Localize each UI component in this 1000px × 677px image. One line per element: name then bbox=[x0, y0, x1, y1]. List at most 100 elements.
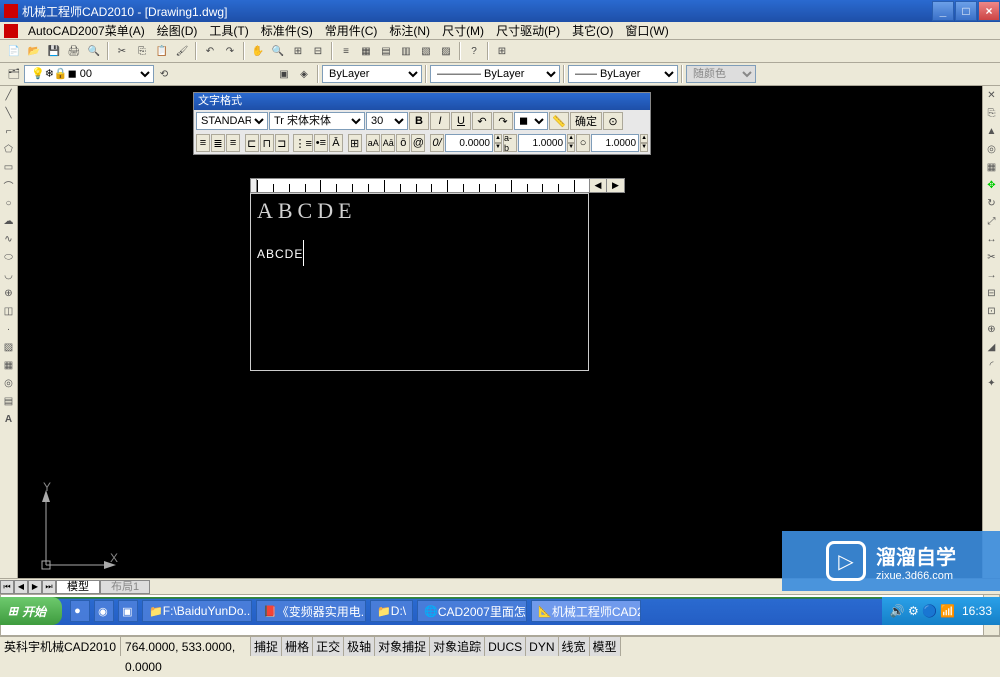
italic-button[interactable]: I bbox=[430, 112, 450, 130]
block-icon[interactable]: ◫ bbox=[0, 302, 17, 320]
ruler-button[interactable]: 📏 bbox=[549, 112, 569, 130]
rect-icon[interactable]: ▭ bbox=[0, 158, 17, 176]
extend-icon[interactable]: → bbox=[983, 266, 1000, 284]
plotstyle-select[interactable]: 随颜色 bbox=[686, 65, 756, 83]
zoom-icon[interactable]: 🔍 bbox=[269, 42, 287, 60]
lwt-toggle[interactable]: 线宽 bbox=[559, 637, 590, 656]
bullet-list-icon[interactable]: •≡ bbox=[314, 134, 328, 152]
tracking-input[interactable] bbox=[518, 134, 566, 152]
table-icon[interactable]: ▤ bbox=[0, 392, 17, 410]
tray-icons[interactable]: 🔊 ⚙ 🔵 📶 bbox=[890, 604, 962, 618]
polar-toggle[interactable]: 极轴 bbox=[344, 637, 375, 656]
polygon-icon[interactable]: ⬠ bbox=[0, 140, 17, 158]
layer-mgr-icon[interactable]: 🗂 bbox=[5, 65, 23, 83]
join-icon[interactable]: ⊕ bbox=[983, 320, 1000, 338]
tab-next-button[interactable]: ▶ bbox=[28, 580, 42, 594]
region-icon[interactable]: ◎ bbox=[0, 374, 17, 392]
revcloud-icon[interactable]: ☁ bbox=[0, 212, 17, 230]
options-button[interactable]: ⊙ bbox=[603, 112, 623, 130]
ssm-icon[interactable]: ▥ bbox=[397, 42, 415, 60]
circle-icon[interactable]: ○ bbox=[0, 194, 17, 212]
justify-tl-icon[interactable]: ⊏ bbox=[245, 134, 259, 152]
redo-icon[interactable]: ↷ bbox=[221, 42, 239, 60]
overline-icon[interactable]: ō bbox=[396, 134, 410, 152]
close-button[interactable]: × bbox=[978, 1, 1000, 21]
dyn-toggle[interactable]: DYN bbox=[526, 637, 558, 656]
menu-common[interactable]: 常用件(C) bbox=[319, 22, 384, 39]
help-icon[interactable]: ? bbox=[465, 42, 483, 60]
otrack-toggle[interactable]: 对象追踪 bbox=[430, 637, 485, 656]
point-icon[interactable]: · bbox=[0, 320, 17, 338]
open-icon[interactable]: 📂 bbox=[25, 42, 43, 60]
minimize-button[interactable]: _ bbox=[932, 1, 954, 21]
ellipse-arc-icon[interactable]: ◡ bbox=[0, 266, 17, 284]
rotate-icon[interactable]: ↻ bbox=[983, 194, 1000, 212]
task-4[interactable]: 🌐 CAD2007里面怎... bbox=[417, 600, 527, 622]
bold-button[interactable]: B bbox=[409, 112, 429, 130]
tp-icon[interactable]: ▤ bbox=[377, 42, 395, 60]
text-ruler[interactable] bbox=[250, 178, 607, 193]
grid-toggle[interactable]: 栅格 bbox=[282, 637, 313, 656]
oblique-spinner[interactable]: ▲▼ bbox=[494, 134, 502, 152]
ql-2[interactable]: ◉ bbox=[94, 600, 114, 622]
lineweight-select[interactable]: —— ByLayer bbox=[568, 65, 678, 83]
tab-prev-button[interactable]: ◀ bbox=[14, 580, 28, 594]
cut-icon[interactable]: ✂ bbox=[113, 42, 131, 60]
task-3[interactable]: 📁 D:\ bbox=[370, 600, 413, 622]
insert-field-icon[interactable]: ⊞ bbox=[348, 134, 362, 152]
ql-3[interactable]: ▣ bbox=[118, 600, 138, 622]
copy-mod-icon[interactable]: ⎘ bbox=[983, 104, 1000, 122]
menu-annot[interactable]: 标注(N) bbox=[383, 22, 436, 39]
dc-icon[interactable]: ▦ bbox=[357, 42, 375, 60]
copy-icon[interactable]: ⎘ bbox=[133, 42, 151, 60]
hatch-icon[interactable]: ▨ bbox=[0, 338, 17, 356]
calc-icon[interactable]: ▨ bbox=[437, 42, 455, 60]
numbered-list-icon[interactable]: ⋮≡ bbox=[293, 134, 312, 152]
tracking-spinner[interactable]: ▲▼ bbox=[567, 134, 575, 152]
win-icon[interactable]: ⊞ bbox=[493, 42, 511, 60]
ortho-toggle[interactable]: 正交 bbox=[313, 637, 344, 656]
array-icon[interactable]: ▦ bbox=[983, 158, 1000, 176]
mtext-editor[interactable]: ABCDE ABCDE bbox=[250, 193, 589, 371]
undo-icon[interactable]: ↶ bbox=[201, 42, 219, 60]
stretch-icon[interactable]: ↔ bbox=[983, 230, 1000, 248]
ok-button[interactable]: 确定 bbox=[570, 112, 602, 130]
layer-prev-icon[interactable]: ⟲ bbox=[155, 65, 173, 83]
layer-iso-icon[interactable]: ▣ bbox=[275, 65, 293, 83]
menu-standard[interactable]: 标准件(S) bbox=[255, 22, 319, 39]
pan-icon[interactable]: ✋ bbox=[249, 42, 267, 60]
menu-other[interactable]: 其它(O) bbox=[566, 22, 619, 39]
align-right-icon[interactable]: ≡ bbox=[226, 134, 240, 152]
xline-icon[interactable]: ╲ bbox=[0, 104, 17, 122]
menu-draw[interactable]: 绘图(D) bbox=[151, 22, 204, 39]
uppercase-icon[interactable]: Ā bbox=[329, 134, 343, 152]
menu-tool[interactable]: 工具(T) bbox=[203, 22, 254, 39]
gradient-icon[interactable]: ▦ bbox=[0, 356, 17, 374]
match-icon[interactable]: 🖌 bbox=[173, 42, 191, 60]
redo-text-button[interactable]: ↷ bbox=[493, 112, 513, 130]
menu-dimdrv[interactable]: 尺寸驱动(P) bbox=[490, 22, 566, 39]
tracking-icon[interactable]: a-b bbox=[503, 134, 517, 152]
task-1[interactable]: 📁 F:\BaiduYunDo... bbox=[142, 600, 252, 622]
maximize-button[interactable]: □ bbox=[955, 1, 977, 21]
line-icon[interactable]: ╱ bbox=[0, 86, 17, 104]
oblique-input[interactable] bbox=[445, 134, 493, 152]
width-factor-icon[interactable]: ○ bbox=[576, 134, 590, 152]
mtext-icon[interactable]: A bbox=[0, 410, 17, 428]
ruler-left-button[interactable]: ◀ bbox=[589, 178, 607, 193]
task-5[interactable]: 📐 机械工程师CAD2... bbox=[531, 600, 641, 622]
font-select[interactable]: Tr 宋体宋体 bbox=[269, 112, 365, 130]
task-2[interactable]: 📕 《变频器实用电... bbox=[256, 600, 366, 622]
symbol-Aa-icon[interactable]: Aā bbox=[381, 134, 395, 152]
width-spinner[interactable]: ▲▼ bbox=[640, 134, 648, 152]
spline-icon[interactable]: ∿ bbox=[0, 230, 17, 248]
color-select[interactable]: ByLayer bbox=[322, 65, 422, 83]
mirror-icon[interactable]: ▲ bbox=[983, 122, 1000, 140]
osnap-toggle[interactable]: 对象捕捉 bbox=[375, 637, 430, 656]
underline-button[interactable]: U bbox=[451, 112, 471, 130]
tab-last-button[interactable]: ⏭ bbox=[42, 580, 56, 594]
drawing-canvas[interactable]: 文字格式 STANDARD Tr 宋体宋体 30 B I U ↶ ↷ ◼ 📏 确… bbox=[18, 86, 982, 578]
prop-icon[interactable]: ≡ bbox=[337, 42, 355, 60]
break-icon[interactable]: ⊟ bbox=[983, 284, 1000, 302]
zoom-prev-icon[interactable]: ⊟ bbox=[309, 42, 327, 60]
